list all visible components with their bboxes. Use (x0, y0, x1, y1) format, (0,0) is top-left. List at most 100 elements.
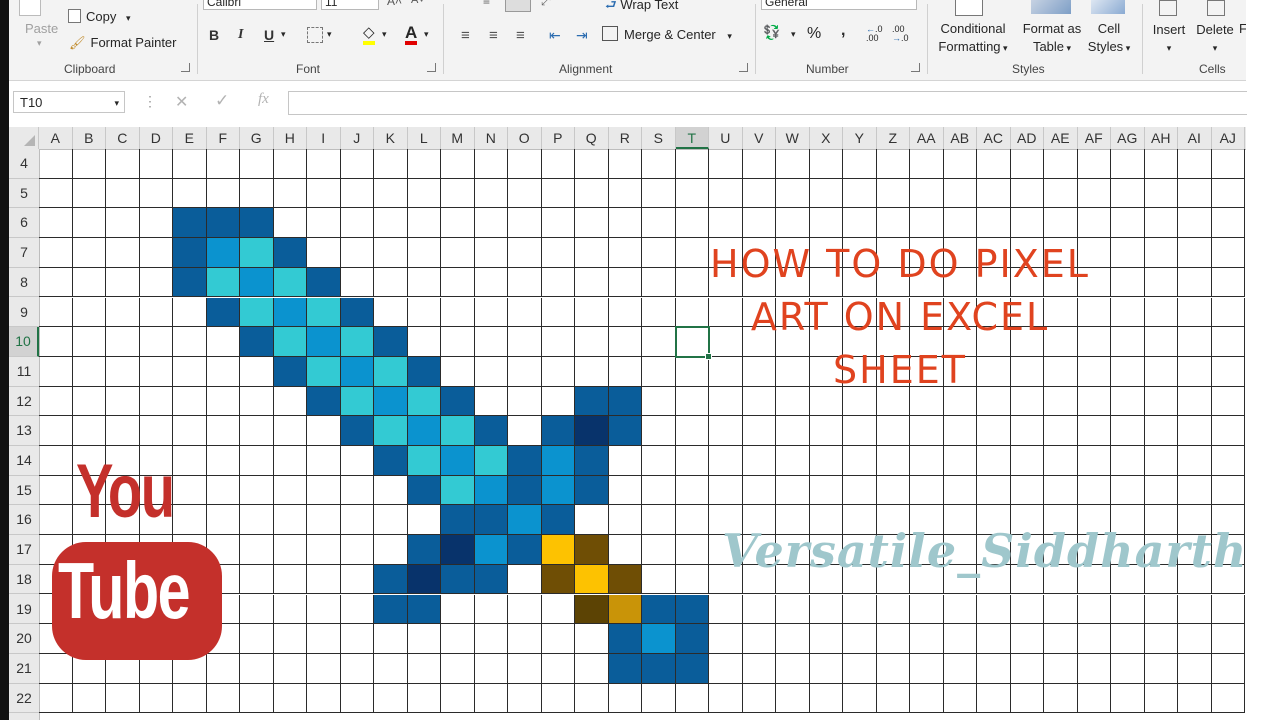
cell-aa6[interactable] (910, 208, 944, 239)
cell-h4[interactable] (273, 149, 307, 179)
row-header-21[interactable]: 21 (9, 654, 39, 684)
cell-ae5[interactable] (1044, 178, 1078, 209)
cell-aj8[interactable] (1211, 267, 1245, 298)
cell-b11[interactable] (72, 356, 106, 387)
cell-t6[interactable] (675, 208, 709, 239)
cell-s12[interactable] (642, 386, 676, 417)
cell-ab13[interactable] (943, 416, 977, 446)
cell-d13[interactable] (139, 416, 173, 446)
cell-i16[interactable] (307, 505, 341, 536)
column-header-aa[interactable]: AA (910, 127, 944, 149)
cell-l17[interactable] (407, 535, 441, 565)
fill-color-icon[interactable]: ◇ (363, 24, 375, 45)
cell-b7[interactable] (72, 238, 106, 268)
column-header-r[interactable]: R (609, 127, 642, 149)
cell-q18[interactable] (575, 564, 609, 595)
row-header-16[interactable]: 16 (9, 505, 39, 536)
cell-g10[interactable] (240, 327, 274, 357)
orientation-icon[interactable] (505, 0, 531, 12)
cell-ai9[interactable] (1178, 297, 1212, 328)
cell-l5[interactable] (407, 178, 441, 209)
cell-n17[interactable] (474, 535, 508, 565)
cell-w15[interactable] (776, 475, 810, 506)
cell-t4[interactable] (675, 149, 709, 179)
column-header-f[interactable]: F (207, 127, 240, 149)
row-header-8[interactable]: 8 (9, 268, 39, 298)
cell-c13[interactable] (106, 416, 140, 446)
column-header-ag[interactable]: AG (1111, 127, 1145, 149)
paste-dropdown-icon[interactable]: ▾ (37, 38, 42, 49)
cell-e5[interactable] (173, 178, 207, 209)
cell-l18[interactable] (407, 564, 441, 595)
cell-ah9[interactable] (1144, 297, 1178, 328)
cell-ag11[interactable] (1111, 356, 1145, 387)
cell-h10[interactable] (273, 327, 307, 357)
comma-style-button[interactable]: , (841, 22, 845, 40)
cell-n13[interactable] (474, 416, 508, 446)
cell-af22[interactable] (1077, 683, 1111, 714)
paste-icon[interactable] (19, 0, 41, 16)
cell-j8[interactable] (340, 267, 374, 298)
cell-aj9[interactable] (1211, 297, 1245, 328)
cell-a6[interactable] (39, 208, 73, 239)
cell-m6[interactable] (441, 208, 475, 239)
cell-y4[interactable] (843, 149, 877, 179)
cell-j11[interactable] (340, 356, 374, 387)
cell-l9[interactable] (407, 297, 441, 328)
cell-r4[interactable] (608, 149, 642, 179)
column-header-af[interactable]: AF (1078, 127, 1111, 149)
cell-ah20[interactable] (1144, 624, 1178, 654)
column-header-y[interactable]: Y (843, 127, 877, 149)
cell-ah13[interactable] (1144, 416, 1178, 446)
fill-color-dropdown-icon[interactable]: ▾ (382, 29, 387, 40)
cell-v15[interactable] (742, 475, 776, 506)
shrink-font-icon[interactable]: A˅ (411, 0, 425, 6)
row-header-10[interactable]: 10 (9, 327, 39, 357)
cell-k17[interactable] (374, 535, 408, 565)
cell-ad13[interactable] (1010, 416, 1044, 446)
cell-w19[interactable] (776, 594, 810, 625)
cell-f9[interactable] (206, 297, 240, 328)
cell-aa5[interactable] (910, 178, 944, 209)
cell-p12[interactable] (541, 386, 575, 417)
cell-r16[interactable] (608, 505, 642, 536)
cell-j14[interactable] (340, 446, 374, 476)
cell-m8[interactable] (441, 267, 475, 298)
cell-ag21[interactable] (1111, 653, 1145, 684)
cell-ab5[interactable] (943, 178, 977, 209)
name-box[interactable]: T10 ▾ (13, 91, 125, 113)
cell-k22[interactable] (374, 683, 408, 714)
cell-o7[interactable] (508, 238, 542, 268)
cell-o8[interactable] (508, 267, 542, 298)
row-header-12[interactable]: 12 (9, 387, 39, 417)
align-bottom-icon[interactable]: ⤢ (541, 0, 551, 9)
cell-l11[interactable] (407, 356, 441, 387)
cell-o11[interactable] (508, 356, 542, 387)
cell-q15[interactable] (575, 475, 609, 506)
select-all-corner[interactable] (9, 127, 39, 149)
cell-j9[interactable] (340, 297, 374, 328)
cell-e4[interactable] (173, 149, 207, 179)
cell-ag15[interactable] (1111, 475, 1145, 506)
column-header-n[interactable]: N (475, 127, 508, 149)
font-color-dropdown-icon[interactable]: ▾ (424, 29, 429, 40)
cell-t17[interactable] (675, 535, 709, 565)
font-launcher-icon[interactable] (427, 63, 436, 72)
cell-ad5[interactable] (1010, 178, 1044, 209)
cell-ae20[interactable] (1044, 624, 1078, 654)
cell-ai15[interactable] (1178, 475, 1212, 506)
cell-ac6[interactable] (977, 208, 1011, 239)
accounting-dropdown-icon[interactable]: ▾ (791, 29, 796, 40)
cell-f13[interactable] (206, 416, 240, 446)
cell-g20[interactable] (240, 624, 274, 654)
cell-c8[interactable] (106, 267, 140, 298)
cell-v21[interactable] (742, 653, 776, 684)
cell-g14[interactable] (240, 446, 274, 476)
cell-f11[interactable] (206, 356, 240, 387)
cell-y21[interactable] (843, 653, 877, 684)
cell-n21[interactable] (474, 653, 508, 684)
cell-n11[interactable] (474, 356, 508, 387)
cell-ai11[interactable] (1178, 356, 1212, 387)
cell-v22[interactable] (742, 683, 776, 714)
cell-h7[interactable] (273, 238, 307, 268)
